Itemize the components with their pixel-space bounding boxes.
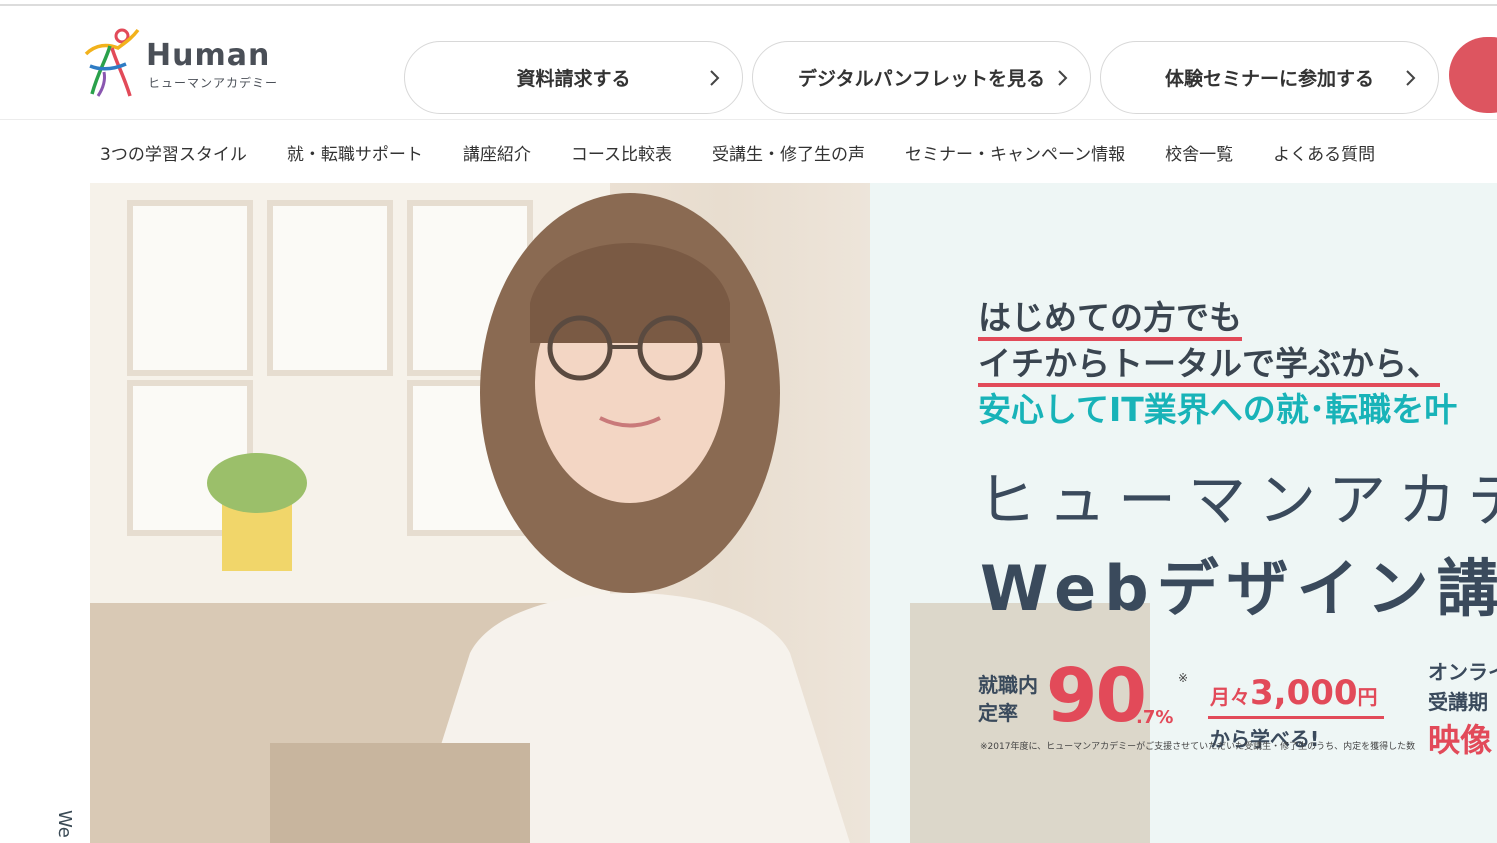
request-brochure-label: 資料請求する bbox=[516, 68, 631, 90]
logo-subtitle: ヒューマンアカデミー bbox=[148, 76, 279, 90]
digital-pamphlet-button[interactable]: デジタルパンフレットを見る bbox=[752, 41, 1091, 114]
chevron-right-icon bbox=[1058, 70, 1068, 86]
headline-line-2: イチからトータルで学ぶから、 bbox=[978, 345, 1440, 387]
chevron-right-icon bbox=[1406, 70, 1416, 86]
price-prefix: 月々 bbox=[1210, 685, 1250, 709]
nav-item-course-comparison[interactable]: コース比較表 bbox=[551, 140, 692, 165]
hero-title-academy: ヒューマンアカデ bbox=[978, 466, 1497, 534]
price-headline: 月々3,000円 bbox=[1210, 673, 1378, 713]
trial-seminar-button[interactable]: 体験セミナーに参加する bbox=[1100, 41, 1439, 114]
chevron-right-icon bbox=[710, 70, 720, 86]
red-cta-button[interactable] bbox=[1449, 37, 1497, 113]
vertical-side-text: We bbox=[54, 810, 75, 838]
logo-wordmark: Human bbox=[146, 38, 271, 73]
hero-left-margin bbox=[0, 183, 90, 843]
global-nav: 3つの学習スタイル 就・転職サポート 講座紹介 コース比較表 受講生・修了生の声… bbox=[0, 121, 1497, 183]
nav-item-learning-style[interactable]: 3つの学習スタイル bbox=[80, 140, 267, 165]
nav-item-seminars[interactable]: セミナー・キャンペーン情報 bbox=[885, 140, 1145, 165]
hero-banner[interactable]: はじめての方でも イチからトータルで学ぶから、 安心してIT業界への就･転職を叶… bbox=[90, 183, 1497, 843]
nav-item-courses[interactable]: 講座紹介 bbox=[443, 140, 551, 165]
nav-item-campuses[interactable]: 校舎一覧 bbox=[1145, 140, 1253, 165]
human-figure-icon bbox=[84, 28, 140, 97]
trial-seminar-label: 体験セミナーに参加する bbox=[1164, 68, 1374, 90]
request-brochure-button[interactable]: 資料請求する bbox=[404, 41, 743, 114]
online-label: オンライ bbox=[1428, 660, 1497, 684]
nav-item-faq[interactable]: よくある質問 bbox=[1253, 140, 1395, 165]
headline-line-1: はじめての方でも bbox=[978, 299, 1242, 341]
price-amount: 3,000 bbox=[1250, 673, 1358, 713]
hero-title-course: Webデザイン講 bbox=[980, 552, 1497, 625]
nav-item-career-support[interactable]: 就・転職サポート bbox=[267, 140, 443, 165]
price-suffix: 円 bbox=[1357, 685, 1378, 709]
stat-value: 90 bbox=[1046, 653, 1147, 739]
price-underline bbox=[1208, 716, 1384, 719]
hero-headline: はじめての方でも イチからトータルで学ぶから、 安心してIT業界への就･転職を叶 bbox=[978, 295, 1497, 433]
digital-pamphlet-label: デジタルパンフレットを見る bbox=[797, 68, 1045, 90]
site-header: Human ヒューマンアカデミー 資料請求する デジタルパンフレットを見る 体験… bbox=[0, 6, 1497, 120]
online-video-label: 映像 bbox=[1428, 721, 1493, 759]
human-logo[interactable]: Human ヒューマンアカデミー bbox=[82, 26, 282, 102]
stat-note-mark: ※ bbox=[1178, 671, 1189, 685]
nav-item-testimonials[interactable]: 受講生・修了生の声 bbox=[692, 140, 885, 165]
stat-unit: .7% bbox=[1136, 707, 1174, 728]
online-period-label: 受講期 bbox=[1428, 690, 1488, 714]
stat-label: 就職内定率 bbox=[978, 673, 1038, 725]
headline-line-3: 安心してIT業界への就･転職を叶 bbox=[978, 390, 1458, 429]
hero-footnote: ※2017年度に、ヒューマンアカデミーがご支援させていただいた受講生・修了生のう… bbox=[980, 742, 1416, 752]
